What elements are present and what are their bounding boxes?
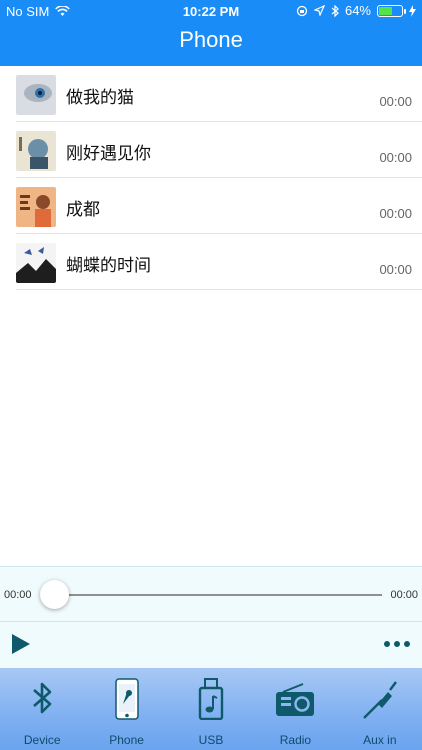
tab-label: Radio (279, 733, 312, 747)
status-bar: No SIM 10:22 PM 64% (0, 0, 422, 22)
tab-phone[interactable]: Phone (84, 668, 168, 750)
usb-icon (198, 678, 224, 720)
progress-slider-knob[interactable] (40, 580, 69, 609)
album-art (16, 131, 56, 171)
song-title: 刚好遇见你 (66, 144, 151, 164)
tab-label: Device (23, 733, 61, 747)
battery-icon (377, 4, 406, 17)
album-art (16, 187, 56, 227)
phone-icon (114, 678, 139, 720)
battery-percent: 64% (344, 3, 371, 18)
tab-aux-in[interactable]: Aux in (338, 668, 422, 750)
song-duration: 00:00 (379, 150, 412, 165)
radio-icon (276, 683, 315, 716)
song-title: 蝴蝶的时间 (66, 256, 151, 276)
song-duration: 00:00 (379, 262, 412, 277)
tab-bar: Device Phone USB Radio Aux in (0, 668, 422, 750)
playback-controls (0, 622, 422, 668)
song-title: 成都 (66, 200, 100, 220)
song-row[interactable]: 做我的猫 00:00 (16, 66, 422, 122)
location-icon (313, 5, 325, 16)
progress-bar: 00:00 00:00 (0, 566, 422, 622)
tab-label: Phone (109, 733, 144, 747)
header-bar: No SIM 10:22 PM 64% Phone (0, 0, 422, 66)
bluetooth-status-icon (331, 4, 339, 17)
page-title: Phone (179, 27, 243, 52)
song-duration: 00:00 (379, 94, 412, 109)
orientation-lock-icon (296, 5, 308, 16)
album-art (16, 243, 56, 283)
song-row[interactable]: 刚好遇见你 00:00 (16, 122, 422, 178)
song-list: 做我的猫 00:00 刚好遇见你 00:00 成都 00:00 蝴蝶的时间 00… (0, 66, 422, 290)
tab-radio[interactable]: Radio (253, 668, 337, 750)
song-row[interactable]: 成都 00:00 (16, 178, 422, 234)
charging-icon (409, 4, 416, 17)
tab-usb[interactable]: USB (169, 668, 253, 750)
song-duration: 00:00 (379, 206, 412, 221)
aux-cable-icon (362, 681, 397, 719)
tab-label: Aux in (363, 733, 397, 747)
bluetooth-icon (33, 682, 52, 714)
play-icon[interactable] (12, 634, 30, 654)
total-time: 00:00 (390, 589, 418, 601)
tab-label: USB (198, 733, 224, 747)
tab-device[interactable]: Device (0, 668, 84, 750)
album-art (16, 75, 56, 115)
elapsed-time: 00:00 (4, 589, 32, 601)
song-row[interactable]: 蝴蝶的时间 00:00 (16, 234, 422, 290)
song-title: 做我的猫 (66, 88, 134, 108)
progress-track[interactable] (40, 594, 382, 596)
more-options-icon[interactable] (384, 641, 410, 647)
